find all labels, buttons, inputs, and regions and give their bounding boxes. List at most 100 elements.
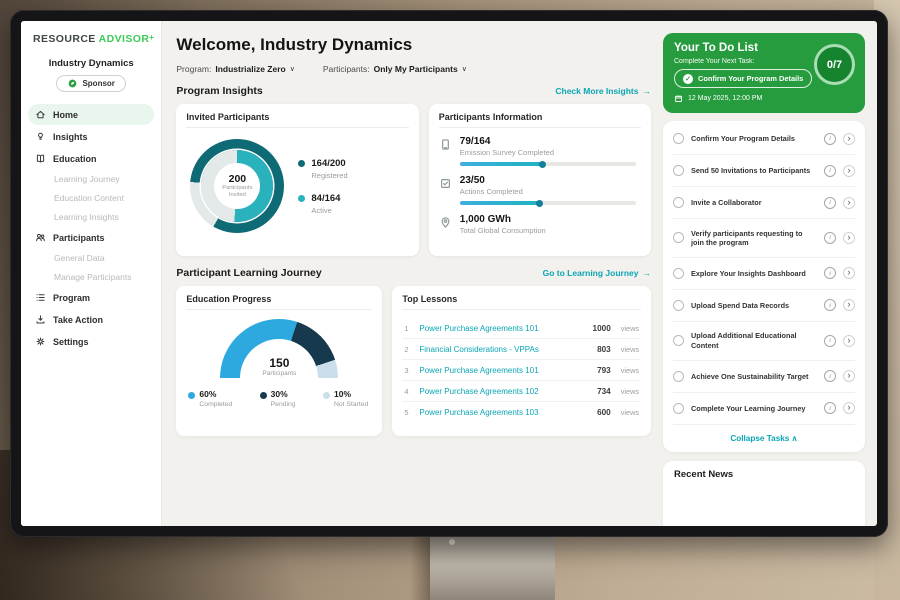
- info-icon[interactable]: i: [824, 299, 836, 311]
- gauge-center-label: Participants: [220, 370, 338, 377]
- sidebar-item-label: Take Action: [53, 315, 103, 325]
- task-row: Verify participants requesting to join t…: [673, 219, 855, 258]
- lesson-link[interactable]: Power Purchase Agreements 103: [419, 408, 590, 417]
- sidebar-item-label: Manage Participants: [54, 272, 132, 282]
- participants-filter[interactable]: Participants: Only My Participants ∨: [323, 64, 467, 74]
- recent-news-card[interactable]: Recent News: [663, 461, 865, 526]
- todo-next-task-label: Confirm Your Program Details: [698, 74, 803, 83]
- info-icon[interactable]: i: [824, 133, 836, 145]
- info-icon[interactable]: i: [824, 165, 836, 177]
- legend-label: Pending: [271, 401, 296, 408]
- sidebar-item-manage-participants[interactable]: Manage Participants: [28, 268, 154, 286]
- sidebar-item-insights[interactable]: Insights: [28, 126, 154, 147]
- lesson-link[interactable]: Power Purchase Agreements 101: [419, 324, 585, 333]
- legend-value: 60%: [199, 389, 216, 399]
- chevron-right-icon[interactable]: ›: [843, 335, 855, 347]
- info-icon[interactable]: i: [824, 370, 836, 382]
- chevron-right-icon[interactable]: ›: [843, 299, 855, 311]
- task-checkbox[interactable]: [673, 232, 684, 243]
- sidebar-item-home[interactable]: Home: [28, 104, 154, 125]
- lesson-link[interactable]: Power Purchase Agreements 101: [419, 366, 590, 375]
- collapse-tasks-button[interactable]: Collapse Tasks ∧: [673, 425, 855, 452]
- book-icon: [35, 153, 46, 164]
- info-icon[interactable]: i: [824, 267, 836, 279]
- chevron-right-icon[interactable]: ›: [843, 370, 855, 382]
- task-row: Upload Spend Data Records i ›: [673, 290, 855, 322]
- chevron-right-icon[interactable]: ›: [843, 402, 855, 414]
- task-checkbox[interactable]: [673, 403, 684, 414]
- stat-label: Actions Completed: [460, 187, 641, 196]
- program-insights-header: Program Insights Check More Insights →: [176, 85, 651, 97]
- check-more-insights-link[interactable]: Check More Insights →: [555, 86, 651, 96]
- task-row: Upload Additional Educational Content i …: [673, 322, 855, 361]
- lesson-views-value: 793: [597, 366, 611, 375]
- participants-information-card: Participants Information 79/164 Emission…: [429, 104, 651, 256]
- lesson-rank: 5: [404, 408, 412, 417]
- lesson-link[interactable]: Power Purchase Agreements 102: [419, 387, 590, 396]
- lesson-link[interactable]: Financial Considerations - VPPAs: [419, 345, 590, 354]
- lesson-views-value: 600: [597, 408, 611, 417]
- top-lessons-card: Top Lessons 1 Power Purchase Agreements …: [392, 286, 651, 436]
- task-label: Complete Your Learning Journey: [691, 404, 817, 413]
- task-checkbox[interactable]: [673, 335, 684, 346]
- legend-value: 30%: [271, 389, 288, 399]
- task-checkbox[interactable]: [673, 371, 684, 382]
- stat-label: Total Global Consumption: [460, 226, 641, 235]
- sidebar-item-general-data[interactable]: General Data: [28, 249, 154, 267]
- task-checkbox[interactable]: [673, 165, 684, 176]
- sponsor-badge-label: Sponsor: [82, 79, 114, 88]
- info-icon[interactable]: i: [824, 335, 836, 347]
- task-checkbox[interactable]: [673, 133, 684, 144]
- list-icon: [35, 292, 46, 303]
- sidebar-item-education-content[interactable]: Education Content: [28, 189, 154, 207]
- program-filter[interactable]: Program: Industrialize Zero ∨: [176, 64, 294, 74]
- chevron-right-icon[interactable]: ›: [843, 197, 855, 209]
- sidebar-item-settings[interactable]: Settings: [28, 331, 154, 352]
- logo-plus: +: [149, 33, 154, 42]
- info-icon[interactable]: i: [824, 402, 836, 414]
- card-title: Top Lessons: [402, 294, 641, 310]
- task-checkbox[interactable]: [673, 197, 684, 208]
- sponsor-badge[interactable]: Sponsor: [56, 75, 125, 92]
- stat-value: 23/50: [460, 175, 641, 186]
- task-row: Confirm Your Program Details i ›: [673, 123, 855, 155]
- chevron-right-icon[interactable]: ›: [843, 267, 855, 279]
- info-icon[interactable]: i: [824, 197, 836, 209]
- todo-progress-value: 0/7: [827, 59, 842, 71]
- info-icon[interactable]: i: [824, 232, 836, 244]
- lesson-views-label: views: [621, 366, 639, 375]
- task-row: Send 50 Invitations to Participants i ›: [673, 155, 855, 187]
- filters-row: Program: Industrialize Zero ∨ Participan…: [176, 64, 651, 74]
- todo-next-task[interactable]: ✓ Confirm Your Program Details: [674, 69, 812, 88]
- progress-fill: [460, 162, 544, 166]
- calendar-icon: [674, 94, 683, 103]
- sidebar-item-label: Insights: [53, 132, 88, 142]
- invited-card-body: 200 Participants Invited 164/200 Registe…: [186, 136, 408, 233]
- go-to-learning-journey-link[interactable]: Go to Learning Journey →: [543, 268, 651, 278]
- bulb-icon: [35, 131, 46, 142]
- sidebar-item-take-action[interactable]: Take Action: [28, 309, 154, 330]
- chevron-right-icon[interactable]: ›: [843, 165, 855, 177]
- sidebar-item-education[interactable]: Education: [28, 148, 154, 169]
- donut-center-value: 200: [229, 173, 247, 185]
- legend-label: Completed: [199, 401, 232, 408]
- chevron-right-icon[interactable]: ›: [843, 133, 855, 145]
- invited-legend: 164/200 Registered 84/164 Active: [298, 158, 347, 215]
- sidebar-item-learning-journey[interactable]: Learning Journey: [28, 170, 154, 188]
- todo-summary-card: Your To Do List Complete Your Next Task:…: [663, 33, 865, 113]
- legend-dot: [260, 392, 267, 399]
- lesson-views-label: views: [621, 324, 639, 333]
- lesson-row: 2 Financial Considerations - VPPAs 803 v…: [402, 339, 641, 360]
- lesson-rank: 1: [404, 324, 412, 333]
- todo-due-label: 12 May 2025, 12:00 PM: [688, 95, 762, 102]
- task-checkbox[interactable]: [673, 300, 684, 311]
- gauge-center-value: 150: [220, 356, 338, 370]
- sidebar-item-learning-insights[interactable]: Learning Insights: [28, 208, 154, 226]
- invited-participants-card: Invited Participants 200 Participants In…: [176, 104, 418, 256]
- chevron-right-icon[interactable]: ›: [843, 232, 855, 244]
- sidebar-item-participants[interactable]: Participants: [28, 227, 154, 248]
- task-label: Verify participants requesting to join t…: [691, 229, 817, 248]
- sidebar-item-program[interactable]: Program: [28, 287, 154, 308]
- stat-value: 79/164: [460, 136, 641, 147]
- task-checkbox[interactable]: [673, 268, 684, 279]
